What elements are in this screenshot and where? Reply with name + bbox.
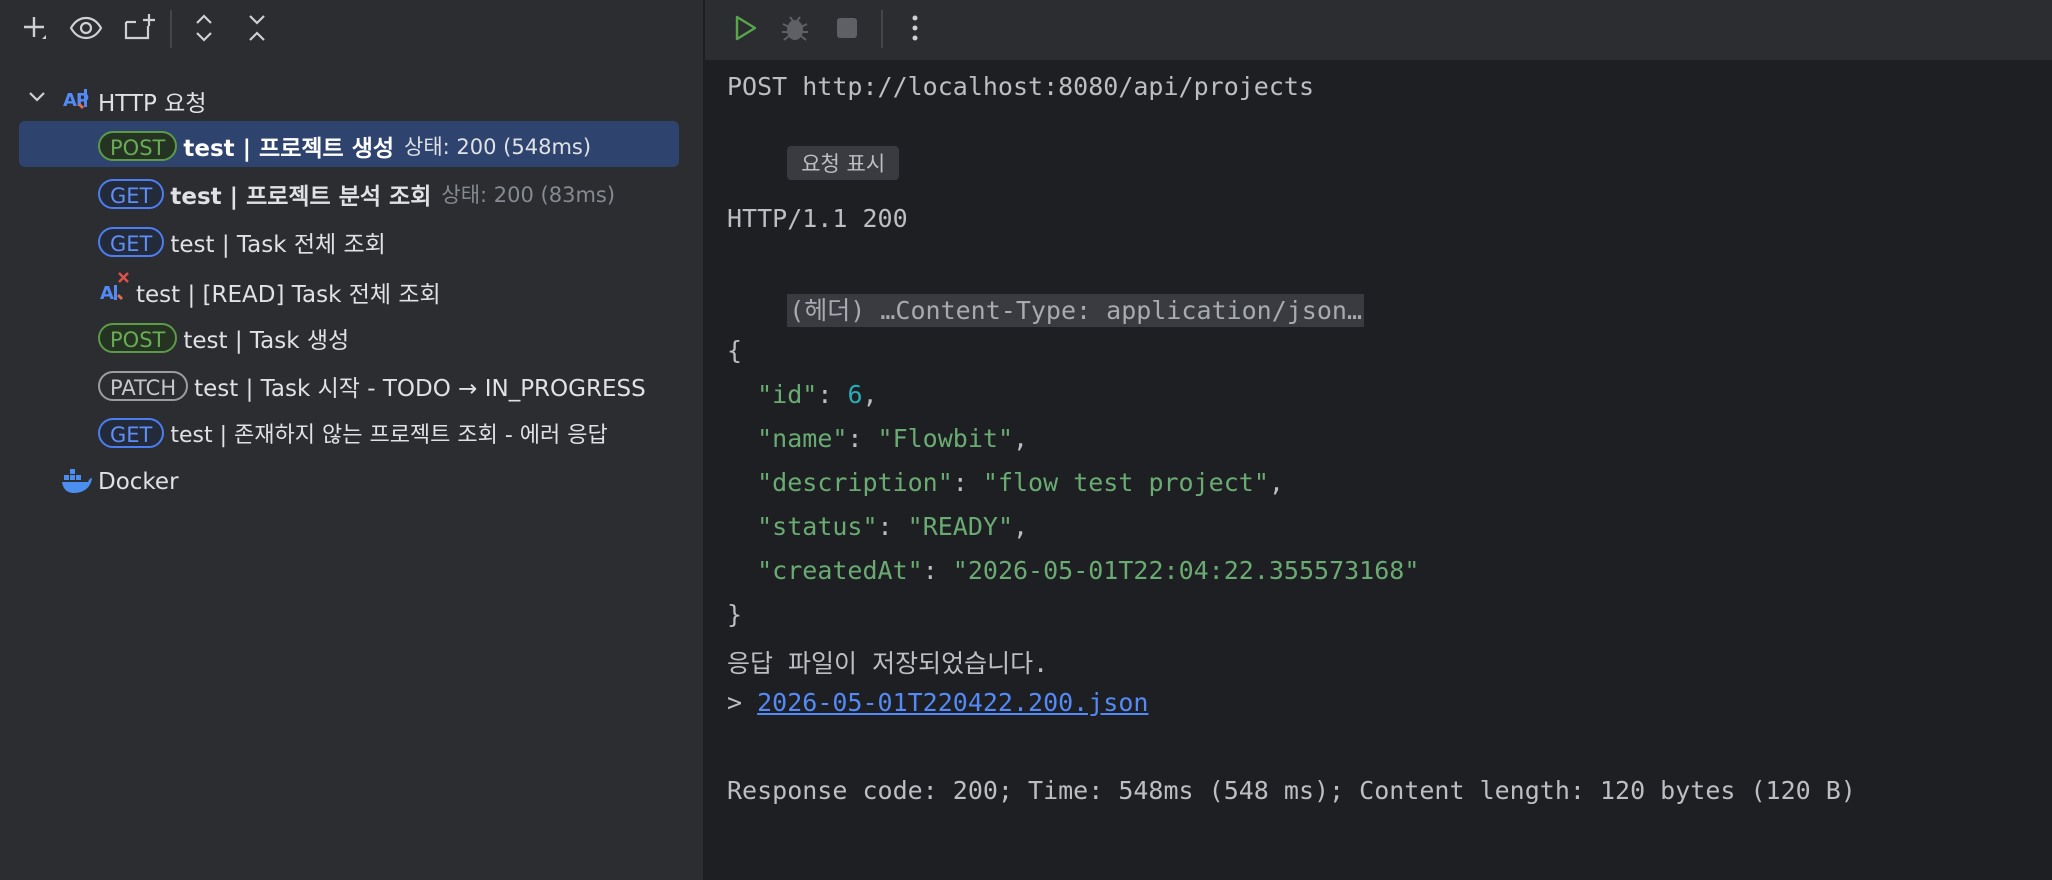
api-error-icon: A — [98, 271, 134, 313]
headers-row[interactable]: (헤더) …Content-Type: application/json… — [707, 247, 1365, 377]
request-line: POST http://localhost:8080/api/projects — [727, 72, 1314, 101]
json-close-brace: } — [727, 600, 743, 629]
eye-icon[interactable] — [68, 10, 104, 46]
method-badge-post: POST — [98, 131, 178, 161]
json-value: "READY" — [907, 512, 1013, 541]
tree-item-label: test | Task 전체 조회 — [170, 232, 386, 258]
debug-icon[interactable] — [777, 10, 813, 46]
saved-message: 응답 파일이 저장되었습니다. — [727, 649, 1049, 678]
services-panel: AP HTTP 요청 POST test | 프로젝트 생성 상태: 200 (… — [0, 0, 703, 880]
json-key: "id" — [757, 380, 818, 409]
stop-icon[interactable] — [829, 10, 865, 46]
tree-item-label: test | 프로젝트 생성 — [183, 136, 395, 162]
more-icon[interactable] — [897, 10, 933, 46]
json-key: "name" — [757, 424, 848, 453]
json-field: "status": "READY", — [757, 512, 1029, 541]
add-icon[interactable] — [16, 10, 52, 46]
status-line: HTTP/1.1 200 — [727, 204, 908, 233]
json-field: "name": "Flowbit", — [757, 424, 1029, 453]
tree-item-label: test | Task 생성 — [183, 328, 350, 354]
saved-file-link[interactable]: 2026-05-01T220422.200.json — [757, 688, 1148, 717]
saved-file-row: > 2026-05-01T220422.200.json — [727, 688, 1148, 717]
json-value: 6 — [847, 380, 863, 409]
tree-root-http-requests[interactable]: AP HTTP 요청 — [0, 76, 703, 122]
console-toolbar — [705, 0, 2052, 60]
response-summary: Response code: 200; Time: 548ms (548 ms)… — [727, 776, 1856, 805]
json-comma: , — [1268, 468, 1284, 497]
json-comma: , — [862, 380, 878, 409]
svg-text:A: A — [100, 283, 114, 304]
tree-item[interactable]: PATCH test | Task 시작 - TODO → IN_PROGRES… — [0, 361, 703, 407]
tree-root-label: HTTP 요청 — [98, 91, 207, 117]
tree-item[interactable]: A test | [READ] Task 전체 조회 — [0, 265, 703, 311]
json-open-brace: { — [727, 336, 743, 365]
headers-folded[interactable]: (헤더) …Content-Type: application/json… — [787, 294, 1365, 327]
json-field: "description": "flow test project", — [757, 468, 1284, 497]
json-comma: , — [1013, 424, 1029, 453]
json-comma: , — [1013, 512, 1029, 541]
method-badge-get: GET — [98, 418, 165, 448]
tree-item-status: 상태: 200 (83ms) — [441, 183, 616, 207]
tree-item-label: test | [READ] Task 전체 조회 — [136, 282, 441, 308]
json-value: "Flowbit" — [877, 424, 1013, 453]
method-badge-get: GET — [98, 179, 165, 209]
tree-item[interactable]: POST test | Task 생성 — [0, 313, 703, 359]
show-request-button[interactable]: 요청 표시 — [787, 146, 900, 180]
tree-item[interactable]: GET test | Task 전체 조회 — [0, 217, 703, 263]
method-badge-get: GET — [98, 227, 165, 257]
run-icon[interactable] — [727, 10, 763, 46]
saved-prefix: > — [727, 688, 758, 717]
new-folder-icon[interactable] — [122, 10, 158, 46]
tree-item[interactable]: GET test | 프로젝트 분석 조회 상태: 200 (83ms) — [0, 169, 703, 215]
method-badge-post: POST — [98, 323, 178, 353]
chevron-down-icon[interactable] — [26, 86, 48, 114]
json-value: "flow test project" — [982, 468, 1269, 497]
json-field: "createdAt": "2026-05-01T22:04:22.355573… — [757, 556, 1420, 585]
json-key: "createdAt" — [757, 556, 923, 585]
json-value: "2026-05-01T22:04:22.355573168" — [952, 556, 1420, 585]
chevron-right-icon[interactable] — [767, 276, 851, 348]
response-console: POST http://localhost:8080/api/projects … — [705, 0, 2052, 880]
tree-docker-label: Docker — [98, 469, 179, 495]
show-request-row: 요청 표시 — [727, 117, 900, 209]
tree-item-label: test | 프로젝트 분석 조회 — [170, 184, 432, 210]
json-field: "id": 6, — [757, 380, 878, 409]
tree-item-label: test | 존재하지 않는 프로젝트 조회 - 에러 응답 — [170, 423, 608, 448]
method-badge-patch: PATCH — [98, 371, 189, 401]
json-key: "description" — [757, 468, 953, 497]
collapse-all-icon[interactable] — [239, 10, 275, 46]
toolbar-separator — [170, 10, 172, 48]
expand-all-icon[interactable] — [186, 10, 222, 46]
tree-item[interactable]: POST test | 프로젝트 생성 상태: 200 (548ms) — [0, 121, 703, 167]
tree-item[interactable]: GET test | 존재하지 않는 프로젝트 조회 - 에러 응답 — [0, 409, 703, 455]
toolbar-separator — [881, 10, 883, 48]
docker-icon — [60, 467, 92, 503]
tree-item-status: 상태: 200 (548ms) — [404, 135, 592, 159]
json-key: "status" — [757, 512, 878, 541]
tree-item-label: test | Task 시작 - TODO → IN_PROGRESS — [194, 376, 646, 402]
tree-docker[interactable]: Docker — [0, 461, 703, 507]
api-icon: AP — [62, 84, 92, 119]
